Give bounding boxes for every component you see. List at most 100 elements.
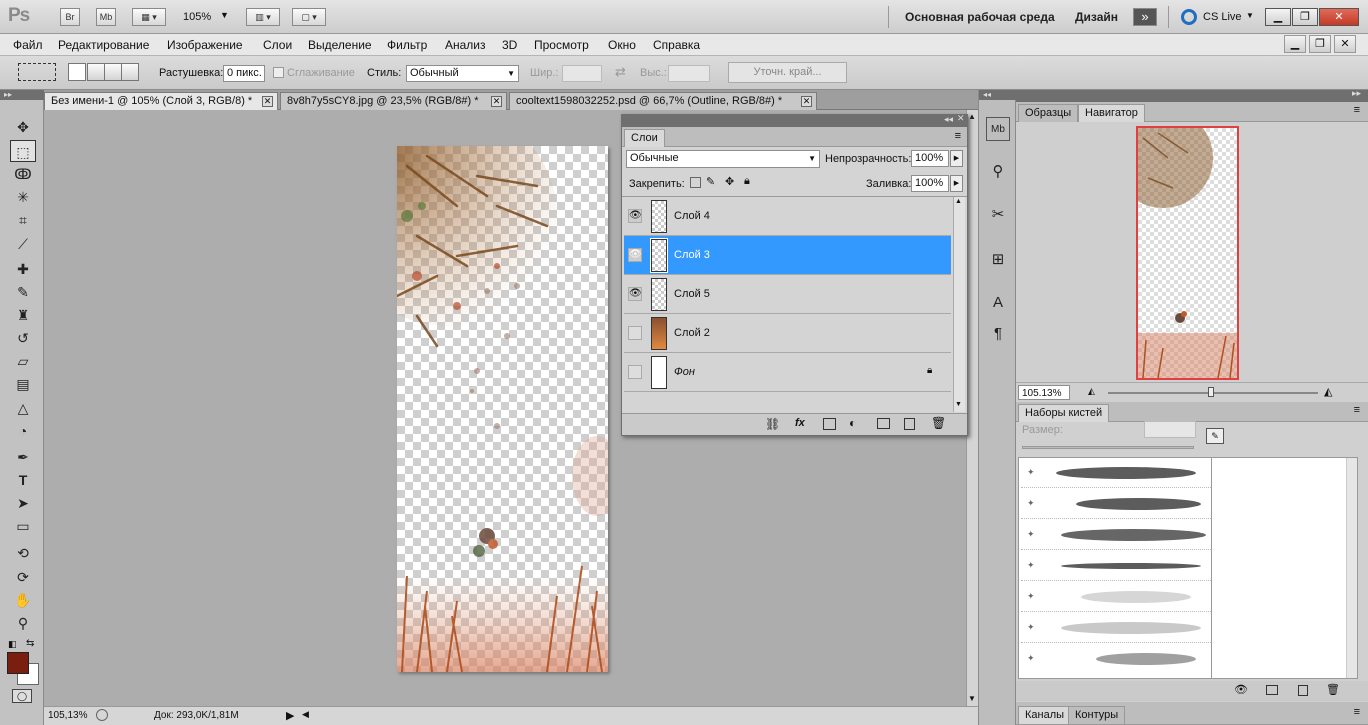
brush-preset[interactable]: ✦ — [1021, 613, 1211, 643]
opacity-slider-icon[interactable]: ▶ — [950, 150, 963, 167]
brush-panel-toggle-icon[interactable]: ✎ — [1206, 428, 1224, 444]
menu-view[interactable]: Просмотр — [534, 38, 589, 52]
chevron-down-icon[interactable]: ▼ — [1246, 11, 1254, 20]
scroll-left-icon[interactable]: ◀ — [302, 709, 309, 720]
move-tool-icon[interactable]: ✥ — [10, 116, 36, 138]
tab-document-3[interactable]: cooltext1598032252.psd @ 66,7% (Outline,… — [509, 92, 817, 110]
paragraph-panel-icon[interactable]: ¶ — [986, 322, 1010, 346]
zoom-tool-icon[interactable]: ⚲ — [10, 612, 36, 634]
panel-menu-icon[interactable]: ≡ — [1354, 104, 1360, 116]
brush-preset[interactable]: ✦ — [1021, 520, 1211, 550]
healing-brush-icon[interactable]: ✚ — [10, 258, 36, 280]
panel-menu-icon[interactable]: ≡ — [1354, 404, 1360, 416]
expand-panels-icon[interactable]: ◂◂ — [979, 90, 1016, 100]
layer-mask-icon[interactable] — [823, 418, 836, 430]
close-icon[interactable]: ✕ — [491, 96, 502, 107]
quick-selection-icon[interactable]: ✳ — [10, 186, 36, 208]
tab-paths[interactable]: Контуры — [1068, 706, 1126, 724]
tab-channels[interactable]: Каналы — [1018, 706, 1072, 724]
eye-icon[interactable]: 👁︎ — [628, 287, 642, 301]
marquee-tool-icon[interactable]: ⬚ — [10, 140, 36, 162]
navigator-zoom-input[interactable]: 105.13% — [1018, 385, 1070, 400]
close-icon[interactable]: ✕ — [957, 113, 965, 124]
scroll-down-icon[interactable]: ▼ — [955, 401, 962, 408]
new-brush-icon[interactable] — [1298, 685, 1308, 696]
trash-icon[interactable]: 🗑︎ — [931, 416, 946, 430]
crop-tool-icon[interactable]: ⌗ — [10, 209, 36, 231]
brush-size-input[interactable] — [1144, 421, 1196, 438]
layers-scrollbar[interactable]: ▲ ▼ — [953, 197, 965, 412]
brush-preset[interactable]: ✦ — [1021, 458, 1211, 488]
new-layer-icon[interactable] — [904, 418, 915, 430]
lasso-tool-icon[interactable]: ↂ — [10, 163, 36, 185]
brush-preset[interactable]: ✦ — [1021, 644, 1211, 674]
3d-orbit-icon[interactable]: ⟳ — [10, 566, 36, 588]
dodge-tool-icon[interactable]: ◔ — [10, 420, 36, 442]
antialias-checkbox[interactable] — [273, 67, 284, 78]
menu-window[interactable]: Окно — [608, 38, 636, 52]
bridge-button[interactable]: Br — [60, 8, 80, 26]
brush-preset[interactable]: ✦ — [1021, 489, 1211, 519]
arrange-documents-button[interactable]: ▥ ▾ — [246, 8, 280, 26]
menu-help[interactable]: Справка — [653, 38, 700, 52]
view-extras-button[interactable]: ▦ ▾ — [132, 8, 166, 26]
navigator-panel-header[interactable]: ▸▸ — [1016, 88, 1368, 102]
workspace-essentials[interactable]: Основная рабочая среда — [905, 10, 1055, 24]
character-panel-icon[interactable]: A — [986, 291, 1010, 315]
panel-menu-icon[interactable]: ≡ — [1354, 706, 1360, 718]
maximize-button[interactable]: ❐ — [1292, 8, 1318, 26]
chevron-down-icon[interactable]: ▼ — [220, 10, 229, 20]
minimize-button[interactable]: ▁ — [1265, 8, 1291, 26]
panel-menu-icon[interactable]: ≡ — [955, 130, 961, 142]
close-icon[interactable]: ✕ — [1319, 8, 1359, 26]
stamp-tool-icon[interactable]: ♜ — [10, 304, 36, 326]
zoom-slider-handle[interactable] — [1208, 387, 1214, 397]
mini-bridge-button[interactable]: Mb — [96, 8, 116, 26]
menu-filter[interactable]: Фильтр — [387, 38, 427, 52]
menu-select[interactable]: Выделение — [308, 38, 372, 52]
scroll-up-icon[interactable]: ▲ — [955, 198, 962, 205]
menu-file[interactable]: Файл — [13, 38, 43, 52]
lock-all-icon[interactable]: 🔒︎ — [744, 175, 750, 188]
swap-colors-icon[interactable]: ⇆ — [26, 638, 34, 649]
tab-layers[interactable]: Слои — [624, 129, 665, 147]
menu-edit[interactable]: Редактирование — [58, 38, 149, 52]
menu-3d[interactable]: 3D — [502, 38, 517, 52]
eraser-tool-icon[interactable]: ▱ — [10, 350, 36, 372]
link-layers-icon[interactable]: ⛓ — [765, 417, 780, 431]
cs-live-menu[interactable]: CS Live — [1203, 11, 1242, 23]
scroll-down-icon[interactable]: ▼ — [968, 694, 976, 703]
toggle-brush-view-icon[interactable]: 👁︎ — [1234, 683, 1248, 696]
tab-document-2[interactable]: 8v8h7y5sCY8.jpg @ 23,5% (RGB/8#) * ✕ — [280, 92, 507, 110]
blur-tool-icon[interactable]: △ — [10, 397, 36, 419]
collapse-toolbar-icon[interactable]: ▸▸ — [0, 90, 44, 100]
eyedropper-icon[interactable]: ⟋ — [10, 233, 36, 255]
trash-icon[interactable]: 🗑︎ — [1326, 683, 1340, 696]
brush-grid-icon[interactable] — [1266, 685, 1278, 695]
layer-row[interactable]: Слой 2 — [624, 314, 951, 353]
blend-mode-select[interactable]: Обычные — [626, 150, 820, 168]
doc-minimize-button[interactable]: ▁ — [1284, 35, 1306, 53]
close-icon[interactable]: ✕ — [801, 96, 812, 107]
swap-icon[interactable]: ⇄ — [615, 64, 626, 80]
pen-tool-icon[interactable]: ✒ — [10, 446, 36, 468]
brush-size-slider[interactable] — [1022, 446, 1194, 449]
eye-icon[interactable]: 👁︎ — [628, 209, 642, 223]
marquee-tool-preset-icon[interactable] — [18, 63, 56, 81]
type-tool-icon[interactable]: T — [10, 469, 36, 491]
layer-row[interactable]: 👁︎ Слой 4 — [624, 197, 951, 236]
hand-tool-icon[interactable]: ✋ — [10, 589, 36, 611]
gradient-tool-icon[interactable]: ▤ — [10, 373, 36, 395]
adjustment-layer-icon[interactable]: ◐ — [849, 416, 856, 430]
fx-icon[interactable]: fx — [795, 417, 805, 429]
add-selection-icon[interactable] — [87, 63, 105, 81]
history-brush-icon[interactable]: ↺ — [10, 327, 36, 349]
menu-layers[interactable]: Слои — [263, 38, 292, 52]
tab-document-1[interactable]: Без имени-1 @ 105% (Слой 3, RGB/8) * ✕ — [44, 92, 278, 110]
brush-preset[interactable]: ✦ — [1021, 582, 1211, 612]
layer-row[interactable]: Фон 🔒︎ — [624, 353, 951, 392]
brush-tool-icon[interactable]: ✎ — [10, 281, 36, 303]
layer-row[interactable]: 👁︎ Слой 3 — [624, 236, 951, 275]
rectangle-tool-icon[interactable]: ▭ — [10, 515, 36, 537]
zoom-out-icon[interactable]: ◭ — [1088, 386, 1095, 397]
